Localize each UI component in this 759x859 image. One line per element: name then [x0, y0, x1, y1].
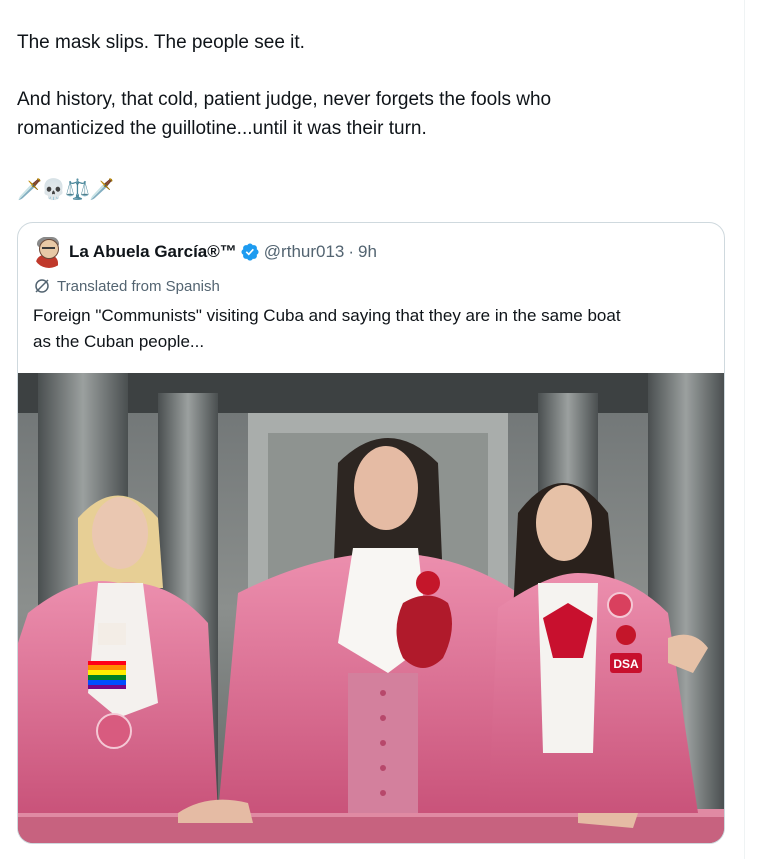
translated-text: Translated from Spanish: [57, 277, 220, 295]
quoted-tweet-text: Foreign "Communists" visiting Cuba and s…: [33, 303, 713, 355]
quoted-text-line-2: as the Cuban people...: [33, 332, 205, 351]
translate-globe-icon: [35, 279, 49, 293]
dsa-badge-text: DSA: [613, 657, 639, 671]
verified-badge-icon: [241, 243, 259, 261]
translated-label: Translated from Spanish: [33, 277, 220, 295]
tweet-paragraph-2-line-1: And history, that cold, patient judge, n…: [17, 89, 552, 110]
dagger-emoji: 🗡️: [89, 179, 115, 201]
scales-emoji: ⚖️: [65, 179, 91, 201]
quoted-text-line-1: Foreign "Communists" visiting Cuba and s…: [33, 306, 621, 325]
tweet-text: The mask slips. The people see it. And h…: [17, 28, 717, 143]
dagger-emoji: 🗡️: [17, 179, 43, 201]
emoji-row: 🗡️💀⚖️🗡️: [17, 175, 115, 205]
avatar[interactable]: [33, 236, 65, 268]
tweet-paragraph-1: The mask slips. The people see it.: [17, 32, 305, 53]
photo-illustration: DSA: [18, 373, 724, 843]
quoted-tweet-card[interactable]: La Abuela García®™ @rthur013 · 9h Transl…: [17, 222, 725, 844]
separator-dot: ·: [348, 242, 355, 261]
tweet-paragraph-2: And history, that cold, patient judge, n…: [17, 85, 717, 143]
quoted-display-name[interactable]: La Abuela García®™: [69, 242, 237, 262]
quoted-timestamp[interactable]: 9h: [358, 242, 377, 262]
tweet-paragraph-2-line-2: romanticized the guillotine...until it w…: [17, 118, 427, 139]
quoted-tweet-header: La Abuela García®™ @rthur013 · 9h: [33, 236, 377, 268]
quoted-tweet-photo[interactable]: DSA: [18, 373, 724, 843]
skull-emoji: 💀: [41, 179, 67, 201]
tweet-page: The mask slips. The people see it. And h…: [0, 0, 759, 859]
quoted-handle[interactable]: @rthur013: [264, 242, 345, 262]
column-divider: [744, 0, 745, 859]
